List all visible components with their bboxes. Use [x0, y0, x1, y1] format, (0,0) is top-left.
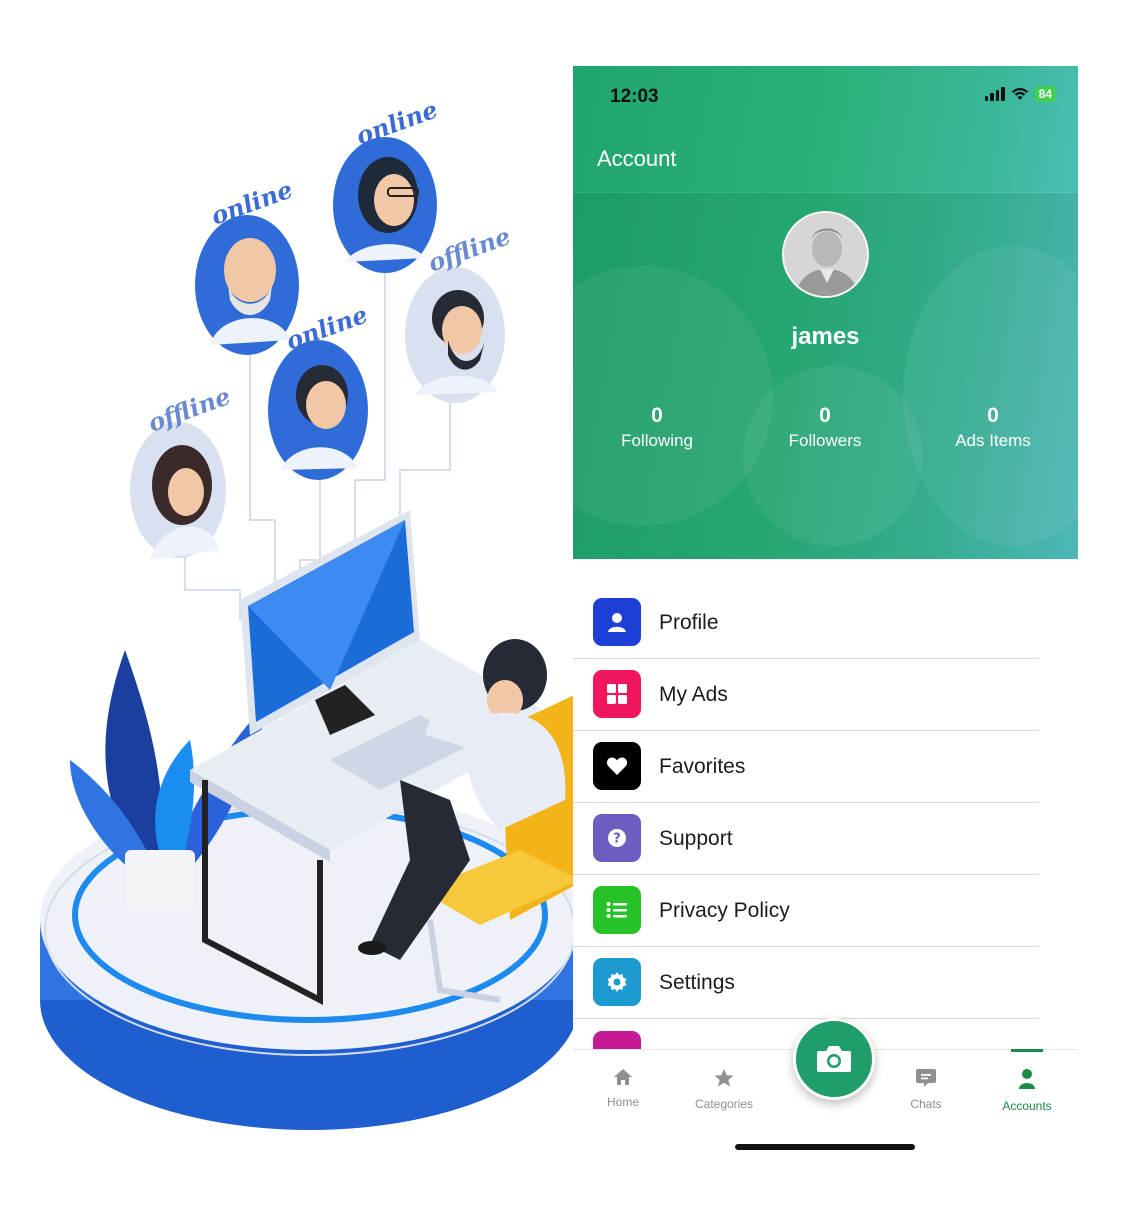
stat-followers[interactable]: 0 Followers — [750, 404, 900, 451]
question-icon: ? — [593, 814, 641, 862]
account-menu: Profile My Ads Favorites ? Support Priva… — [573, 587, 1039, 1019]
account-header: 12:03 84 Account james 0 Following 0 Fol… — [573, 66, 1078, 559]
stat-value: 0 — [651, 404, 663, 427]
status-time: 12:03 — [610, 86, 659, 107]
person-icon — [593, 598, 641, 646]
menu-item-settings[interactable]: Settings — [573, 947, 1039, 1019]
stat-following[interactable]: 0 Following — [582, 404, 732, 451]
nav-accounts[interactable]: Accounts — [982, 1068, 1072, 1113]
chat-icon — [916, 1069, 936, 1087]
nav-categories[interactable]: Categories — [679, 1068, 769, 1111]
star-icon — [714, 1069, 734, 1087]
person-silhouette-icon — [784, 213, 867, 296]
svg-text:?: ? — [613, 832, 621, 847]
home-indicator[interactable] — [735, 1144, 915, 1150]
camera-icon — [817, 1046, 851, 1072]
stat-ads-items[interactable]: 0 Ads Items — [918, 404, 1068, 451]
menu-item-label: Profile — [659, 611, 719, 634]
gear-icon — [593, 958, 641, 1006]
menu-item-my-ads[interactable]: My Ads — [573, 659, 1039, 731]
avatar-online-woman-glasses — [333, 137, 437, 273]
menu-item-label: Support — [659, 827, 733, 850]
menu-item-label: Favorites — [659, 755, 746, 778]
avatar[interactable] — [782, 211, 869, 298]
grid-icon — [593, 670, 641, 718]
stat-label: Following — [621, 431, 693, 450]
signal-icon — [984, 87, 1005, 101]
home-icon — [614, 1069, 632, 1085]
avatar-offline-bearded-man — [405, 267, 505, 403]
online-users-illustration: online online online offline offline — [40, 95, 585, 1130]
nav-label: Categories — [694, 1097, 754, 1111]
avatar-offline-woman — [130, 422, 226, 560]
status-icons: 84 — [984, 86, 1056, 102]
nav-label: Accounts — [1002, 1099, 1052, 1113]
username: james — [791, 323, 860, 350]
stat-value: 0 — [987, 404, 999, 427]
camera-button[interactable] — [793, 1018, 875, 1100]
status-tag: offline — [424, 221, 514, 277]
menu-item-label: Privacy Policy — [659, 899, 790, 922]
avatar-online-man-center — [268, 340, 368, 480]
phone-screen: 12:03 84 Account james 0 Following 0 Fol… — [573, 66, 1078, 1166]
menu-item-favorites[interactable]: Favorites — [573, 731, 1039, 803]
nav-label: Home — [606, 1095, 639, 1109]
list-icon — [593, 886, 641, 934]
heart-icon — [593, 742, 641, 790]
divider — [573, 192, 1078, 193]
menu-item-label: My Ads — [659, 683, 728, 706]
menu-item-profile[interactable]: Profile — [573, 587, 1039, 659]
wifi-icon — [1011, 87, 1028, 100]
nav-label: Chats — [910, 1097, 942, 1111]
menu-item-label: Settings — [659, 971, 735, 994]
stat-label: Followers — [788, 431, 862, 450]
person-icon — [1019, 1069, 1035, 1089]
active-tab-indicator — [1011, 1049, 1043, 1052]
stat-value: 0 — [819, 404, 831, 427]
battery-indicator: 84 — [1034, 86, 1056, 102]
nav-chats[interactable]: Chats — [881, 1068, 971, 1111]
page-title: Account — [597, 146, 677, 171]
stat-label: Ads Items — [955, 431, 1031, 450]
bottom-navigation: Home Categories Chats Accounts — [573, 1018, 1078, 1166]
menu-item-privacy-policy[interactable]: Privacy Policy — [573, 875, 1039, 947]
menu-item-support[interactable]: ? Support — [573, 803, 1039, 875]
nav-home[interactable]: Home — [578, 1068, 668, 1109]
